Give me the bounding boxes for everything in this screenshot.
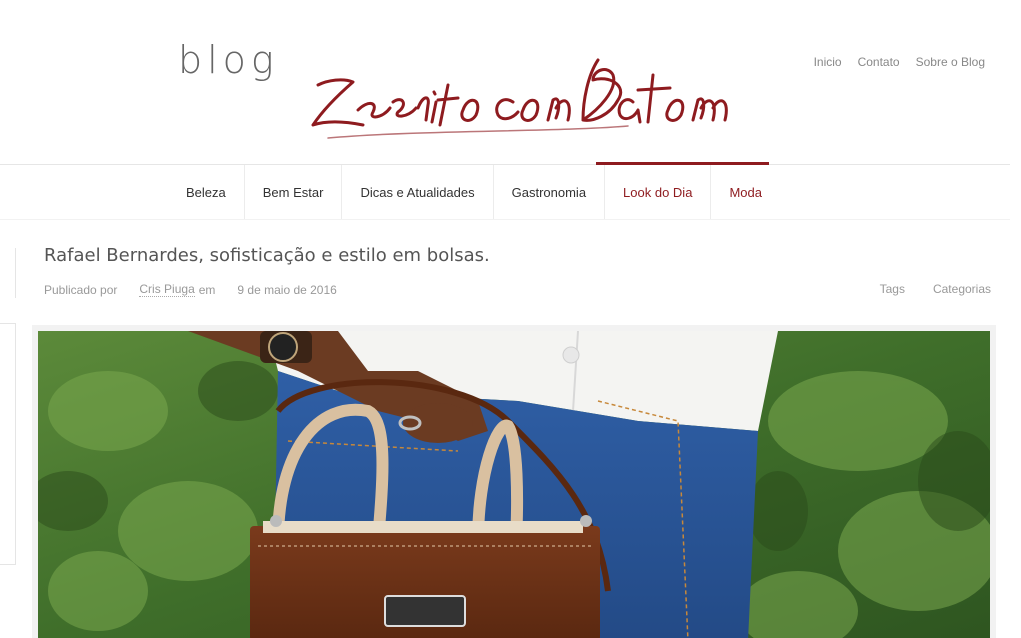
published-by-label: Publicado por: [44, 282, 118, 297]
featured-photo[interactable]: [38, 331, 990, 638]
left-rule: [15, 248, 16, 298]
top-link-contato[interactable]: Contato: [858, 55, 900, 69]
post-title[interactable]: Rafael Bernardes, sofisticação e estilo …: [44, 245, 490, 266]
nav-divider: [0, 219, 1010, 220]
nav-item-look-do-dia[interactable]: Look do Dia: [605, 165, 712, 219]
sidebar-stub: [0, 323, 16, 565]
post-meta-right: Tags Categorias: [880, 282, 991, 296]
tags-link[interactable]: Tags: [880, 282, 905, 296]
categories-link[interactable]: Categorias: [933, 282, 991, 296]
em-label: em: [198, 282, 216, 297]
nav-item-bem-estar[interactable]: Bem Estar: [245, 165, 343, 219]
top-link-sobre[interactable]: Sobre o Blog: [916, 55, 985, 69]
post-meta: Publicado por Cris Piuga em 9 de maio de…: [44, 282, 337, 297]
main-nav: Beleza Bem Estar Dicas e Atualidades Gas…: [168, 165, 780, 219]
top-link-inicio[interactable]: Inicio: [814, 55, 842, 69]
nav-item-gastronomia[interactable]: Gastronomia: [494, 165, 606, 219]
site-logo[interactable]: [298, 30, 768, 150]
top-links: Inicio Contato Sobre o Blog: [814, 55, 985, 69]
nav-item-moda[interactable]: Moda: [711, 165, 780, 219]
nav-item-beleza[interactable]: Beleza: [168, 165, 245, 219]
author-link[interactable]: Cris Piuga: [139, 282, 195, 297]
page: blog Inicio Contato Sobre o Blog Beleza …: [0, 0, 1021, 638]
nav-item-dicas[interactable]: Dicas e Atualidades: [342, 165, 494, 219]
blog-word: blog: [178, 38, 279, 82]
post-date: 9 de maio de 2016: [237, 282, 337, 297]
